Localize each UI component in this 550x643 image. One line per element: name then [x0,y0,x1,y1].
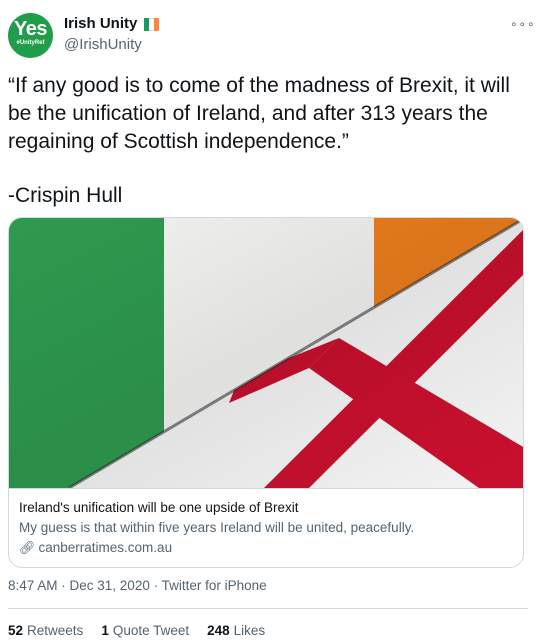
card-title[interactable]: Ireland's unification will be one upside… [19,500,299,515]
tweet-author-line: -Crispin Hull [8,184,123,207]
account-name[interactable]: Irish Unity [64,15,137,32]
likes-count: 248 [207,623,230,638]
likes-label: Likes [233,623,266,638]
ireland-flag-icon [144,18,159,31]
tweet-text: “If any good is to come of the madness o… [8,74,510,153]
retweets-stat[interactable]: 52 Retweets [8,623,83,638]
card-domain[interactable]: 🔗︎ canberratimes.com.au [19,540,172,556]
tweet: Yes #UnityRef Irish Unity @IrishUnity ∘∘… [0,0,540,643]
quote-tweets-label: Quote Tweet [112,623,190,638]
engagement-stats: 52 Retweets 1 Quote Tweet 248 Likes [8,623,283,638]
avatar[interactable]: Yes #UnityRef [8,13,53,58]
card-domain-text: canberratimes.com.au [38,540,173,555]
avatar-text: Yes [14,18,47,40]
quote-tweets-stat[interactable]: 1 Quote Tweet [101,623,189,638]
link-card[interactable]: Ireland's unification will be one upside… [8,217,524,568]
quote-tweets-count: 1 [101,623,109,638]
ireland-northern-ireland-flags-image [9,218,523,488]
likes-stat[interactable]: 248 Likes [207,623,265,638]
avatar-tag: #UnityRef [16,40,45,46]
link-icon: 🔗︎ [19,540,36,555]
retweets-count: 52 [8,623,24,638]
card-meta[interactable]: Ireland's unification will be one upside… [9,488,523,567]
account-handle[interactable]: @IrishUnity [64,36,142,53]
card-description: My guess is that within five years Irela… [19,520,415,535]
retweets-label: Retweets [27,623,84,638]
more-options-icon[interactable]: ∘∘∘ [510,17,536,31]
divider [8,608,528,609]
tweet-timestamp[interactable]: 8:47 AM · Dec 31, 2020 · Twitter for iPh… [8,578,267,593]
